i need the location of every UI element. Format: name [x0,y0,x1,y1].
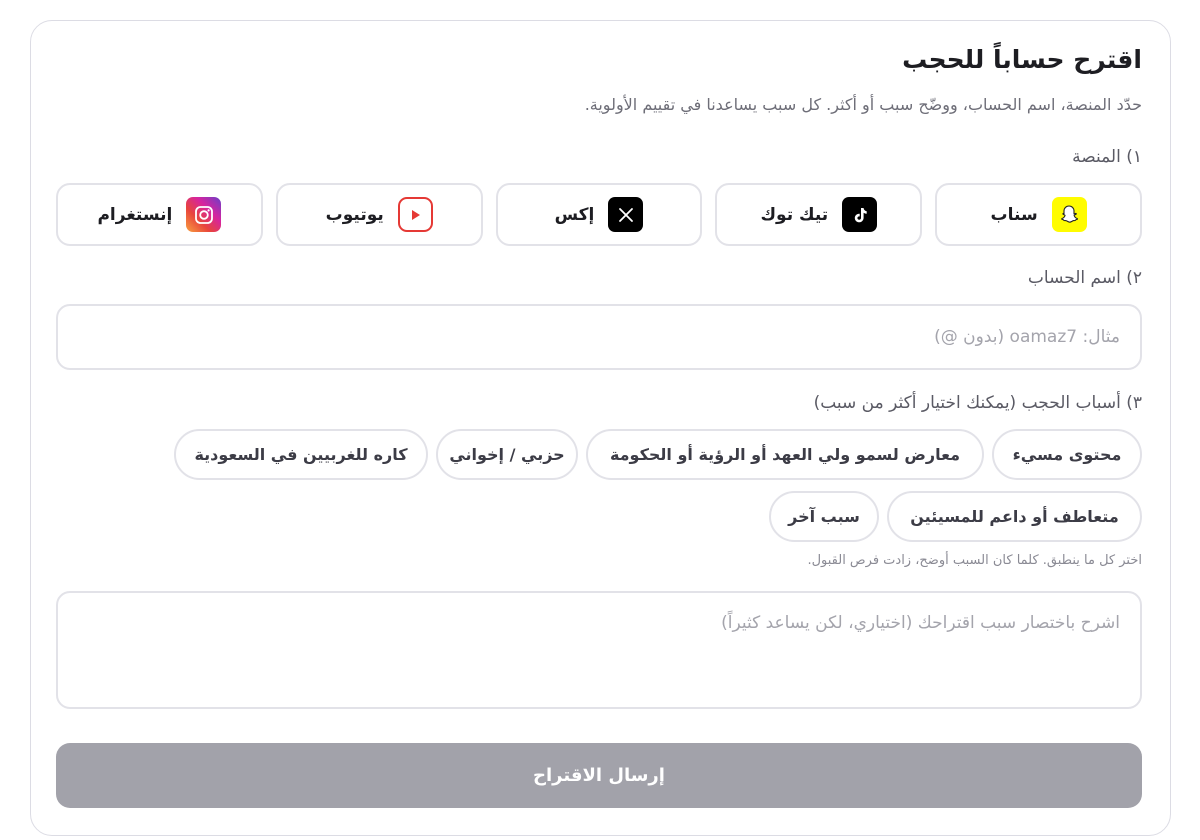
platform-option-snapchat[interactable]: سناب [935,183,1142,246]
reason-chip-xenophobic[interactable]: كاره للغربيين في السعودية [174,429,428,480]
platform-label-youtube: يوتيوب [325,204,384,225]
submit-button[interactable]: إرسال الاقتراح [56,743,1142,808]
platform-label-instagram: إنستغرام [97,204,173,225]
platform-label-tiktok: تيك توك [760,204,829,225]
platform-label-x: إكس [554,204,595,225]
form-subtitle: حدّد المنصة، اسم الحساب، ووضّح سبب أو أك… [584,95,1142,114]
reason-chip-offensive-content[interactable]: محتوى مسيء [992,429,1142,480]
platform-option-instagram[interactable]: إنستغرام [56,183,263,246]
reason-chip-partisan[interactable]: حزبي / إخواني [436,429,578,480]
platform-label-snapchat: سناب [990,204,1038,225]
reasons-section-label: ٣) أسباب الحجب (يمكنك اختيار أكثر من سبب… [813,393,1142,413]
details-textarea[interactable] [56,591,1142,709]
snapchat-icon [1051,197,1087,232]
x-icon [608,197,644,232]
reason-chip-sympathizer[interactable]: متعاطف أو داعم للمسيئين [887,491,1142,542]
platform-selector: سناب تيك توك إكس يوتيوب إنستغرام [56,183,1142,246]
reason-chip-other[interactable]: سبب آخر [769,491,879,542]
reasons-hint: اختر كل ما ينطبق. كلما كان السبب أوضح، ز… [807,553,1142,568]
youtube-icon [397,197,433,232]
platform-section-label: ١) المنصة [1072,147,1142,167]
platform-option-youtube[interactable]: يوتيوب [275,183,483,246]
account-section-label: ٢) اسم الحساب [1027,268,1142,288]
reason-chip-opposition[interactable]: معارض لسمو ولي العهد أو الرؤية أو الحكوم… [586,429,984,480]
suggest-block-form: اقترح حساباً للحجب حدّد المنصة، اسم الحس… [30,20,1171,836]
tiktok-icon [842,197,878,232]
account-name-input[interactable] [56,304,1142,370]
platform-option-tiktok[interactable]: تيك توك [715,183,923,246]
form-title: اقترح حساباً للحجب [902,45,1142,74]
instagram-icon [186,197,222,232]
platform-option-x[interactable]: إكس [495,183,703,246]
